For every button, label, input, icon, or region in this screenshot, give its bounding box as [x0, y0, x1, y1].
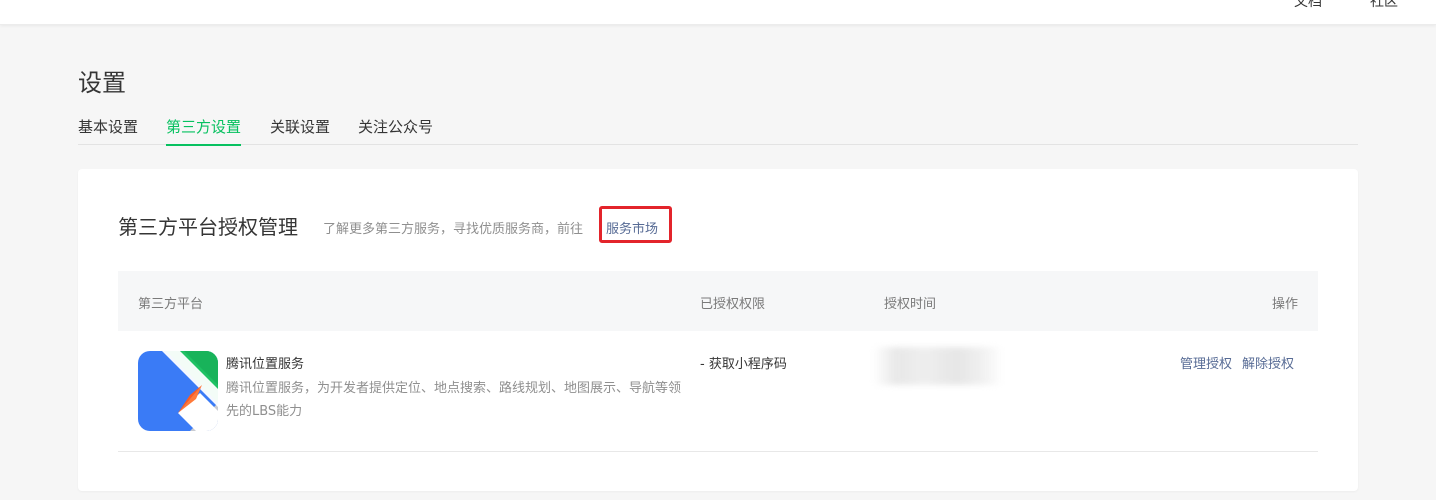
tencent-location-service-icon	[138, 351, 218, 431]
table-row: 腾讯位置服务 腾讯位置服务，为开发者提供定位、地点搜索、路线规划、地图展示、导航…	[118, 331, 1318, 452]
auth-time-blurred	[873, 347, 1003, 385]
section-title: 第三方平台授权管理	[118, 215, 298, 239]
tab-basic-settings[interactable]: 基本设置	[78, 117, 138, 145]
settings-tabs: 基本设置 第三方设置 关联设置 关注公众号	[78, 117, 1358, 146]
tab-third-party-settings[interactable]: 第三方设置	[166, 117, 242, 146]
tab-follow-official-account[interactable]: 关注公众号	[358, 117, 433, 145]
granted-permission: - 获取小程序码	[700, 357, 787, 372]
revoke-authorization-link[interactable]: 解除授权	[1242, 353, 1294, 372]
table-header: 第三方平台 已授权权限 授权时间 操作	[118, 271, 1318, 331]
header-platform: 第三方平台	[138, 297, 204, 312]
highlight-box	[599, 206, 672, 243]
app-description: 腾讯位置服务，为开发者提供定位、地点搜索、路线规划、地图展示、导航等领先的LBS…	[226, 381, 682, 419]
header-actions: 操作	[1271, 297, 1298, 312]
page-title: 设置	[78, 69, 126, 97]
docs-link[interactable]: 文档	[1294, 0, 1322, 11]
app-name: 腾讯位置服务	[226, 357, 305, 372]
third-party-authorization-card: 第三方平台授权管理 了解更多第三方服务，寻找优质服务商，前往 服务市场 第三方平…	[78, 169, 1358, 491]
community-link[interactable]: 社区	[1370, 0, 1398, 11]
header-auth-time: 授权时间	[884, 297, 937, 312]
tab-association-settings[interactable]: 关联设置	[270, 117, 330, 145]
section-description: 了解更多第三方服务，寻找优质服务商，前往	[323, 222, 584, 237]
header-permissions: 已授权权限	[700, 297, 766, 312]
top-navigation-bar: 文档 社区	[0, 0, 1436, 25]
manage-authorization-link[interactable]: 管理授权	[1180, 353, 1232, 372]
